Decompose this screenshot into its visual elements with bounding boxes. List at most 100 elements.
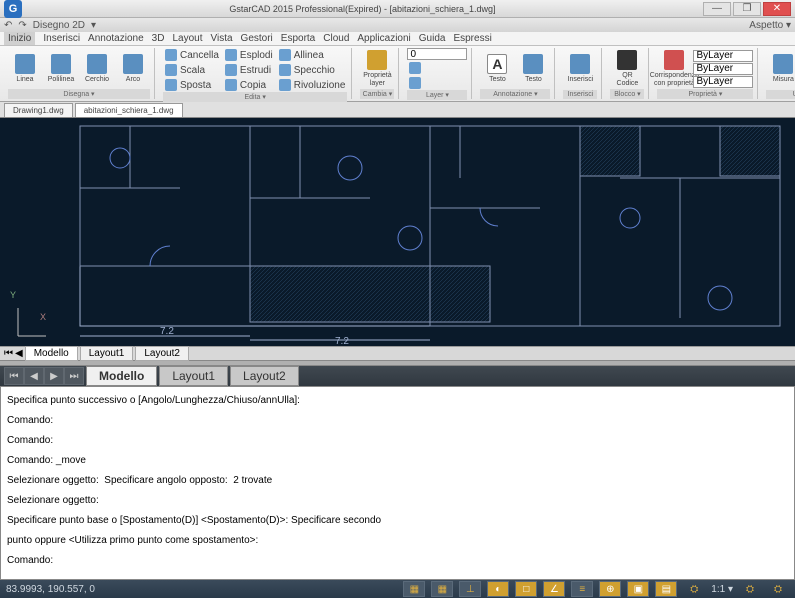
tab-applicazioni[interactable]: Applicazioni xyxy=(357,33,410,44)
erase-icon xyxy=(165,49,177,61)
annoscale-icon[interactable]: ⛭ xyxy=(683,581,705,597)
arco-button[interactable]: Arco xyxy=(116,49,150,89)
snap-toggle[interactable]: ▦ xyxy=(403,581,425,597)
quick-access-toolbar: ↶ ↷ Disegno 2D ▾ Aspetto ▾ xyxy=(0,18,795,32)
model-toggle[interactable]: ▣ xyxy=(627,581,649,597)
sposta-button[interactable]: Sposta xyxy=(163,78,221,92)
tab-vista[interactable]: Vista xyxy=(210,33,232,44)
layer-icon xyxy=(409,77,421,89)
tab-gestori[interactable]: Gestori xyxy=(241,33,273,44)
cmd-line: Comando: xyxy=(7,431,788,451)
testo2-button[interactable]: Testo xyxy=(516,49,550,89)
esplodi-button[interactable]: Esplodi xyxy=(223,48,275,62)
qr-button[interactable]: QR Codice xyxy=(610,49,644,89)
misura-button[interactable]: Misura xyxy=(766,49,795,89)
bigtab-last[interactable]: ⏭ xyxy=(64,367,84,385)
titlebar: G GstarCAD 2015 Professional(Expired) - … xyxy=(0,0,795,18)
estrudi-button[interactable]: Estrudi xyxy=(223,63,275,77)
color-selector[interactable]: ByLayer xyxy=(693,50,753,62)
rivoluzione-button[interactable]: Rivoluzione xyxy=(277,78,348,92)
scale-icon xyxy=(165,64,177,76)
layer-tool-1[interactable] xyxy=(407,61,467,75)
cerchio-button[interactable]: Cerchio xyxy=(80,49,114,89)
tab-cloud[interactable]: Cloud xyxy=(323,33,349,44)
specchio-button[interactable]: Specchio xyxy=(277,63,348,77)
model-layout-tabs-large: ⏮ ◀ ▶ ⏭ Modello Layout1 Layout2 xyxy=(0,366,795,386)
polar-toggle[interactable]: ◐ xyxy=(487,581,509,597)
arc-icon xyxy=(123,54,143,74)
lineweight-selector[interactable]: ByLayer xyxy=(693,76,753,88)
proprieta-layer-button[interactable]: Proprietà layer xyxy=(360,49,394,89)
axis-x-label: X xyxy=(40,312,46,322)
layer-tool-2[interactable] xyxy=(407,76,467,90)
undo-button[interactable]: ↶ xyxy=(4,20,12,31)
cmd-line: Comando: xyxy=(7,411,788,431)
scala-button[interactable]: Scala xyxy=(163,63,221,77)
bigtab-prev[interactable]: ◀ xyxy=(24,367,44,385)
polilinea-button[interactable]: Polilinea xyxy=(44,49,78,89)
workspace-selector[interactable]: Disegno 2D xyxy=(33,20,85,31)
workspace-dropdown[interactable]: ▾ xyxy=(91,20,96,31)
doctab-drawing1[interactable]: Drawing1.dwg xyxy=(4,103,73,117)
cmd-line: Specifica punto successivo o [Angolo/Lun… xyxy=(7,391,788,411)
maximize-button[interactable]: ❐ xyxy=(733,2,761,16)
otrack-toggle[interactable]: ∠ xyxy=(543,581,565,597)
modeltab-layout2[interactable]: Layout2 xyxy=(135,346,189,361)
explode-icon xyxy=(225,49,237,61)
tab-annotazione[interactable]: Annotazione xyxy=(88,33,144,44)
annoautoscale-toggle[interactable]: ⛭ xyxy=(767,581,789,597)
modeltab-layout1[interactable]: Layout1 xyxy=(80,346,134,361)
bigtab-next[interactable]: ▶ xyxy=(44,367,64,385)
lwt-toggle[interactable]: ≡ xyxy=(571,581,593,597)
modeltab-modello[interactable]: Modello xyxy=(25,346,78,361)
linetype-selector[interactable]: ByLayer xyxy=(693,63,753,75)
tab-espressi[interactable]: Espressi xyxy=(453,33,491,44)
window-title: GstarCAD 2015 Professional(Expired) - [a… xyxy=(22,4,703,14)
bigtab-layout2[interactable]: Layout2 xyxy=(230,366,299,386)
tab-esporta[interactable]: Esporta xyxy=(281,33,315,44)
bigtab-layout1[interactable]: Layout1 xyxy=(159,366,228,386)
axis-y-label: Y xyxy=(10,290,16,300)
cancella-button[interactable]: Cancella xyxy=(163,48,221,62)
linea-button[interactable]: Linea xyxy=(8,49,42,89)
testo-button[interactable]: ATesto xyxy=(480,49,514,89)
annovisibility-toggle[interactable]: ⛭ xyxy=(739,581,761,597)
tab-inserisci[interactable]: Inserisci xyxy=(43,33,80,44)
grid-toggle[interactable]: ▦ xyxy=(431,581,453,597)
layer-selector[interactable]: 0 xyxy=(407,48,467,60)
tab-inizio[interactable]: Inizio xyxy=(4,32,35,45)
command-window[interactable]: Specifica punto successivo o [Angolo/Lun… xyxy=(0,386,795,580)
qr-icon xyxy=(617,50,637,70)
document-tabs: Drawing1.dwg abitazioni_schiera_1.dwg xyxy=(0,102,795,118)
cmd-line: Comando: _move xyxy=(7,451,788,471)
coordinates[interactable]: 83.9993, 190.557, 0 xyxy=(6,584,146,595)
tab-prev-icon[interactable]: ◀ xyxy=(15,348,23,359)
ribbon-group-inserisci: Inserisci Inserisci xyxy=(559,48,602,99)
cmd-line: Selezionare oggetto: Specificare angolo … xyxy=(7,471,788,491)
tab-first-icon[interactable]: ⏮ xyxy=(4,348,13,359)
bigtab-modello[interactable]: Modello xyxy=(86,366,157,386)
circle-icon xyxy=(87,54,107,74)
tab-layout[interactable]: Layout xyxy=(172,33,202,44)
scale-display[interactable]: 1:1 ▾ xyxy=(711,584,733,595)
extrude-icon xyxy=(225,64,237,76)
dyn-toggle[interactable]: ⊕ xyxy=(599,581,621,597)
tab-guida[interactable]: Guida xyxy=(419,33,446,44)
copia-button[interactable]: Copia xyxy=(223,78,275,92)
inserisci-button[interactable]: Inserisci xyxy=(563,49,597,89)
search-label[interactable]: Aspetto ▾ xyxy=(749,20,791,31)
qp-toggle[interactable]: ▤ xyxy=(655,581,677,597)
allinea-button[interactable]: Allinea xyxy=(277,48,348,62)
osnap-toggle[interactable]: □ xyxy=(515,581,537,597)
match-props-button[interactable]: Corrispondenza con proprietà xyxy=(657,49,691,89)
doctab-abitazioni[interactable]: abitazioni_schiera_1.dwg xyxy=(75,103,183,117)
minimize-button[interactable]: — xyxy=(703,2,731,16)
app-logo[interactable]: G xyxy=(4,0,22,18)
drawing-canvas[interactable]: 7.2 7.2 Y X xyxy=(0,118,795,346)
ortho-toggle[interactable]: ⊥ xyxy=(459,581,481,597)
bigtab-first[interactable]: ⏮ xyxy=(4,367,24,385)
redo-button[interactable]: ↷ xyxy=(18,20,26,31)
tab-3d[interactable]: 3D xyxy=(152,33,165,44)
close-button[interactable]: ✕ xyxy=(763,2,791,16)
cmd-line: punto oppure <Utilizza primo punto come … xyxy=(7,531,788,551)
